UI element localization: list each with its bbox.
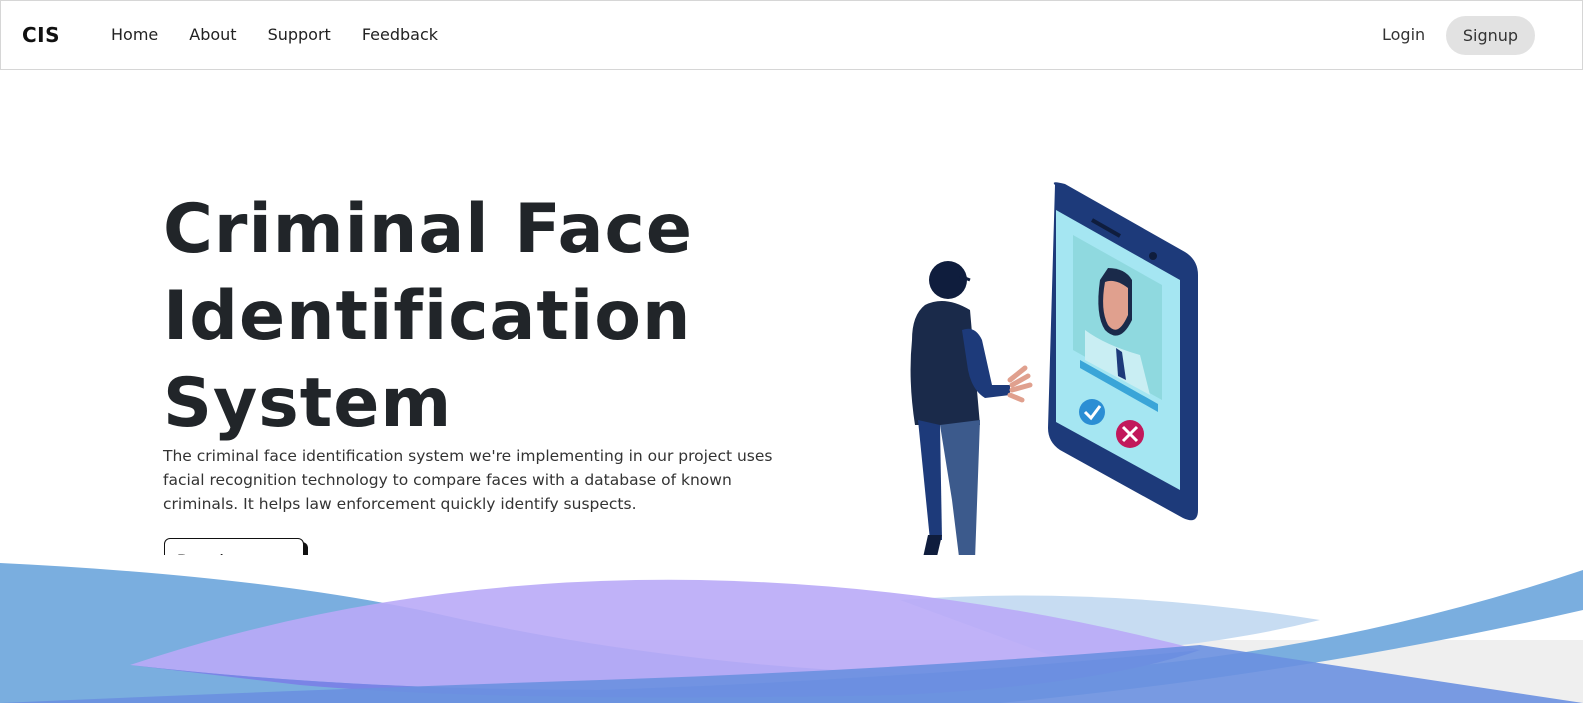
hero-description: The criminal face identification system … (163, 447, 773, 513)
hero-title-line3: System (163, 364, 453, 443)
face-recognition-illustration (910, 182, 1198, 572)
navbar: CIS Home About Support Feedback Login Si… (0, 0, 1583, 70)
nav-link-about[interactable]: About (189, 25, 236, 44)
person-illustration (910, 261, 1033, 572)
nav-link-home[interactable]: Home (111, 25, 158, 44)
decorative-waves (0, 555, 1583, 703)
login-link[interactable]: Login (1382, 25, 1425, 44)
brand-logo[interactable]: CIS (22, 23, 60, 47)
nav-link-feedback[interactable]: Feedback (362, 25, 438, 44)
nav-link-support[interactable]: Support (268, 25, 331, 44)
hero-title-line1: Criminal Face (163, 190, 693, 269)
phone-illustration (1048, 182, 1198, 521)
hero-title: Criminal Face Identification System (163, 186, 723, 447)
nav-links: Home About Support Feedback (111, 25, 469, 44)
signup-button[interactable]: Signup (1446, 16, 1535, 55)
hero-title-line2: Identification (163, 277, 692, 356)
